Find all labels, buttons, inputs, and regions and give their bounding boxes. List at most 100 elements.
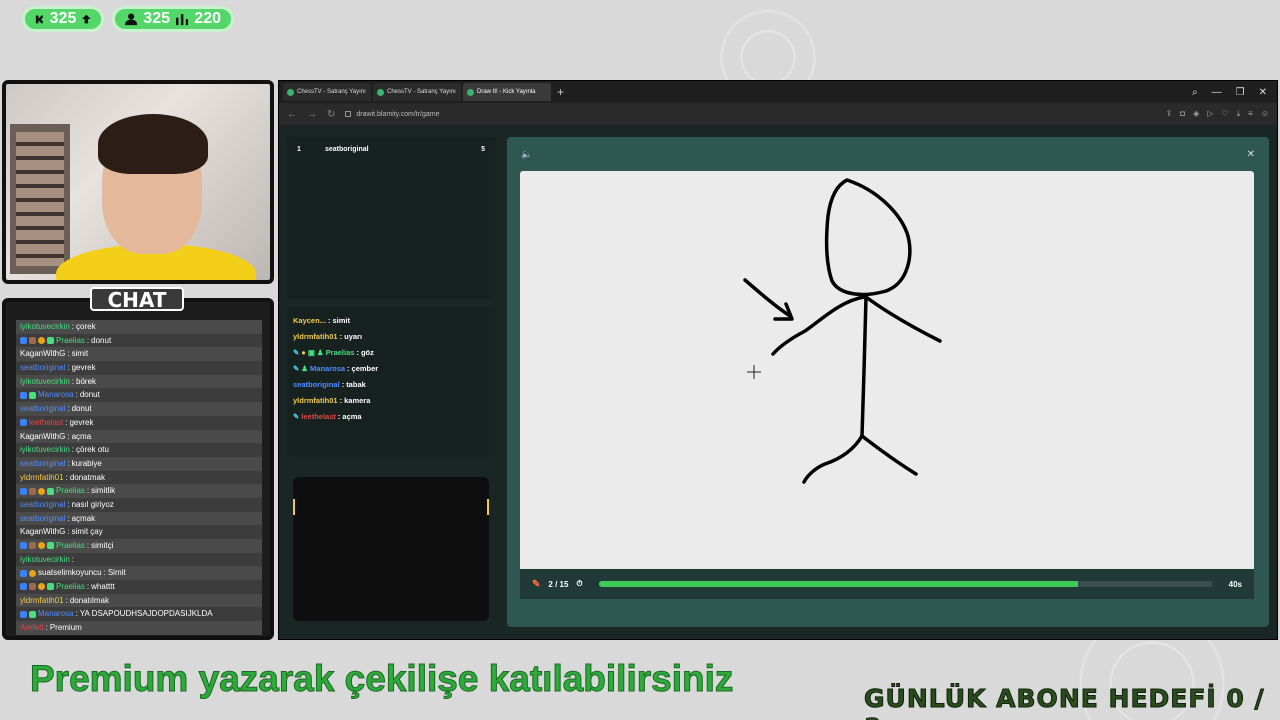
chat-text: gevrek bbox=[71, 363, 96, 373]
chat-separator: : bbox=[65, 472, 68, 482]
chat-text: simit bbox=[71, 349, 89, 359]
chat-username[interactable]: KaganWithG bbox=[20, 525, 65, 539]
chat-text: donut bbox=[71, 404, 92, 414]
url-field[interactable]: drawit.blamity.com/tr/game bbox=[345, 111, 440, 118]
guess-text: simit bbox=[332, 316, 350, 325]
stick-figure-drawing bbox=[743, 178, 942, 484]
chat-username[interactable]: seatboriginal bbox=[20, 498, 65, 512]
chat-username[interactable]: Manarosa bbox=[38, 388, 74, 402]
gold-badge-icon bbox=[38, 542, 45, 550]
chat-message: leethelast: gevrek bbox=[16, 415, 262, 430]
guess-separator: : bbox=[341, 380, 345, 389]
chat-text: Simit bbox=[107, 568, 126, 578]
search-icon[interactable]: ⌕ bbox=[1192, 87, 1198, 98]
scoreboard: 1 seatboriginal 5 bbox=[287, 137, 495, 299]
guess-separator: : bbox=[347, 364, 350, 373]
new-tab-button[interactable]: + bbox=[557, 85, 564, 99]
guess-separator: : bbox=[356, 348, 359, 357]
scoreboard-name: seatboriginal bbox=[325, 145, 369, 153]
chat-username[interactable]: seatboriginal bbox=[20, 457, 65, 471]
gift-badge-icon bbox=[29, 337, 36, 345]
volume-icon[interactable]: 🔈 bbox=[521, 149, 532, 160]
play-icon[interactable]: ▷ bbox=[1207, 109, 1213, 119]
chat-username[interactable]: yldrmfatih01 bbox=[20, 594, 64, 608]
share-icon[interactable]: ⇪ bbox=[1166, 109, 1173, 119]
guess-entry: yldrmfatih01: kamera bbox=[293, 393, 489, 409]
chat-text: kurabiye bbox=[71, 458, 102, 468]
chat-username[interactable]: KaganWithG bbox=[20, 347, 65, 361]
guess-text: uyarı bbox=[344, 332, 363, 341]
chat-separator: : bbox=[67, 527, 70, 537]
chat-username[interactable]: iyikotuvecirkin bbox=[20, 553, 70, 567]
chat-username[interactable]: Praelias bbox=[56, 484, 85, 498]
shield-icon[interactable]: ◈ bbox=[1193, 109, 1199, 119]
browser-window: ChessTV - Satranç Yayını ChessTV - Satran… bbox=[278, 80, 1278, 640]
bookshelf bbox=[10, 124, 70, 274]
panel-close-icon[interactable]: ✕ bbox=[1247, 149, 1255, 160]
chat-separator: : bbox=[45, 623, 48, 633]
chat-username[interactable]: KaganWithG bbox=[20, 430, 65, 444]
chat-text: gevrek bbox=[69, 417, 94, 427]
chat-username[interactable]: Praelias bbox=[56, 539, 85, 553]
browser-tab[interactable]: ChessTV - Satranç Yayını bbox=[283, 83, 371, 101]
chat-username[interactable]: seatboriginal bbox=[20, 361, 65, 375]
chat-separator: : bbox=[65, 417, 68, 427]
guess-entry: ✎ ♟ Manarosa: çember bbox=[293, 361, 489, 377]
chat-username[interactable]: Arefett bbox=[20, 621, 44, 635]
browser-tab[interactable]: Draw It! - Kick Yayınla bbox=[463, 83, 551, 101]
kick-count-value: 325 bbox=[49, 10, 77, 27]
chat-text: açma bbox=[71, 431, 92, 441]
green-badge-icon bbox=[47, 583, 54, 591]
chat-username[interactable]: suatselimkoyuncu bbox=[38, 566, 102, 580]
heart-icon[interactable]: ♡ bbox=[1221, 109, 1228, 119]
chat-message: Praelias: whatttt bbox=[16, 580, 262, 594]
tab-label: ChessTV - Satranç Yayını bbox=[387, 89, 456, 95]
kick-logo-icon bbox=[35, 15, 43, 24]
guess-username: Kaycen... bbox=[293, 316, 326, 325]
chat-username[interactable]: seatboriginal bbox=[20, 402, 65, 416]
chat-separator: : bbox=[71, 445, 75, 455]
download-icon[interactable]: ⤓ bbox=[1237, 109, 1241, 119]
chat-username[interactable]: Manarosa bbox=[38, 607, 74, 621]
chat-separator: : bbox=[103, 568, 106, 578]
chat-username[interactable]: Praelias bbox=[56, 334, 85, 348]
chat-username[interactable]: seatboriginal bbox=[20, 512, 65, 526]
chat-username[interactable]: yldrmfatih01 bbox=[20, 471, 64, 485]
person-icon: ♟ bbox=[316, 348, 324, 357]
reload-icon[interactable]: ↻ bbox=[327, 109, 335, 120]
followers-value: 325 bbox=[143, 10, 170, 27]
chat-text: çörek otu bbox=[76, 445, 109, 455]
chat-username[interactable]: Praelias bbox=[56, 580, 85, 594]
guess-text: açma bbox=[342, 412, 362, 421]
subscriber-goal: GÜNLÜK ABONE HEDEFİ 0 / 3 bbox=[864, 684, 1265, 720]
back-icon[interactable]: ← bbox=[287, 109, 297, 120]
chat-text: donatmak bbox=[69, 472, 105, 482]
guess-separator: : bbox=[337, 412, 341, 421]
menu-icon[interactable]: ≡ bbox=[1248, 109, 1253, 119]
browser-tab[interactable]: ChessTV - Satranç Yayını bbox=[373, 83, 461, 101]
pencil-icon: ✎ bbox=[293, 412, 300, 421]
guess-separator: : bbox=[327, 316, 331, 325]
drawing-canvas[interactable] bbox=[520, 171, 1254, 569]
chat-separator: : bbox=[71, 322, 75, 331]
chat-message: seatboriginal: nasıl giriyoz bbox=[16, 497, 262, 512]
chat-username[interactable]: iyikotuvecirkin bbox=[20, 443, 70, 457]
profile-icon[interactable]: ☺ bbox=[1261, 109, 1269, 119]
chat-username[interactable]: leethelast bbox=[29, 416, 63, 430]
chat-message: iyikotuvecirkin: bbox=[16, 552, 262, 567]
gift-badge-icon bbox=[29, 487, 36, 495]
chat-username[interactable]: iyikotuvecirkin bbox=[20, 320, 70, 334]
blue-badge-icon bbox=[20, 337, 27, 345]
forward-icon[interactable]: → bbox=[307, 109, 317, 120]
close-icon[interactable]: ✕ bbox=[1259, 87, 1267, 98]
blue-badge-icon bbox=[20, 583, 27, 591]
minimize-icon[interactable]: — bbox=[1212, 87, 1222, 98]
gold-badge-icon bbox=[38, 487, 45, 495]
chat-separator: : bbox=[67, 404, 70, 414]
pencil-icon: ✎ bbox=[293, 348, 300, 357]
chat-message: seatboriginal: gevrek bbox=[16, 361, 262, 375]
chat-username[interactable]: iyikotuvecirkin bbox=[20, 375, 70, 389]
restore-icon[interactable]: ❐ bbox=[1236, 87, 1245, 98]
chat-text: donut bbox=[79, 390, 100, 400]
camera-icon[interactable]: ◘ bbox=[1180, 109, 1185, 119]
